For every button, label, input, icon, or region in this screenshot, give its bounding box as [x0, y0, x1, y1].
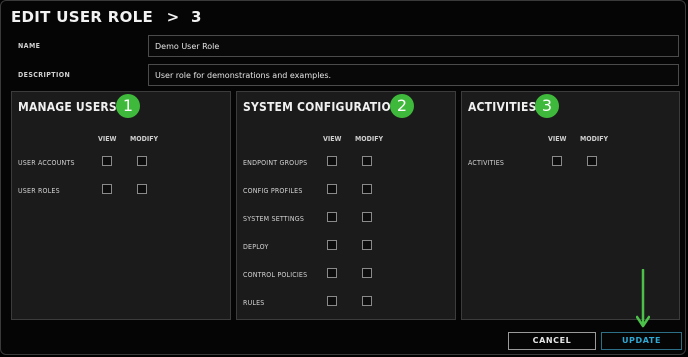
down-arrow-icon: [636, 269, 650, 328]
description-label: DESCRIPTION: [18, 71, 71, 79]
rules-view-checkbox[interactable]: [327, 296, 337, 306]
user-accounts-modify-checkbox[interactable]: [137, 156, 147, 166]
update-button[interactable]: UPDATE: [601, 332, 682, 350]
control-policies-modify-checkbox[interactable]: [362, 268, 372, 278]
name-field[interactable]: [148, 35, 679, 57]
config-profiles-modify-checkbox[interactable]: [362, 184, 372, 194]
modify-column-header: MODIFY: [355, 135, 384, 143]
manage-users-panel: MANAGE USERS 1 VIEW MODIFY USER ACCOUNTS…: [11, 91, 231, 320]
row-label-control-policies: CONTROL POLICIES: [243, 271, 308, 279]
name-label: NAME: [18, 42, 41, 50]
step-1-badge: 1: [116, 94, 140, 118]
edit-user-role-dialog: EDIT USER ROLE > 3 NAME DESCRIPTION MANA…: [0, 0, 686, 355]
row-label-rules: RULES: [243, 299, 265, 307]
deploy-view-checkbox[interactable]: [327, 240, 337, 250]
user-roles-modify-checkbox[interactable]: [137, 184, 147, 194]
panel-title: MANAGE USERS: [18, 100, 117, 114]
activities-view-checkbox[interactable]: [552, 156, 562, 166]
step-3-badge: 3: [535, 94, 559, 118]
cancel-button[interactable]: CANCEL: [508, 332, 596, 350]
panel-title: SYSTEM CONFIGURATION: [243, 100, 401, 114]
modify-column-header: MODIFY: [580, 135, 609, 143]
row-label-config-profiles: CONFIG PROFILES: [243, 187, 303, 195]
page-title: EDIT USER ROLE > 3: [11, 8, 202, 26]
role-id: 3: [190, 8, 202, 26]
rules-modify-checkbox[interactable]: [362, 296, 372, 306]
system-settings-modify-checkbox[interactable]: [362, 212, 372, 222]
view-column-header: VIEW: [98, 135, 117, 143]
title-text: EDIT USER ROLE: [11, 8, 154, 26]
row-label-user-roles: USER ROLES: [18, 187, 60, 195]
endpoint-groups-view-checkbox[interactable]: [327, 156, 337, 166]
deploy-modify-checkbox[interactable]: [362, 240, 372, 250]
control-policies-view-checkbox[interactable]: [327, 268, 337, 278]
row-label-user-accounts: USER ACCOUNTS: [18, 159, 75, 167]
panel-title: ACTIVITIES: [468, 100, 537, 114]
row-label-deploy: DEPLOY: [243, 243, 269, 251]
activities-modify-checkbox[interactable]: [587, 156, 597, 166]
row-label-system-settings: SYSTEM SETTINGS: [243, 215, 305, 223]
row-label-activities: ACTIVITIES: [468, 159, 505, 167]
modify-column-header: MODIFY: [130, 135, 159, 143]
system-configuration-panel: SYSTEM CONFIGURATION 2 VIEW MODIFY ENDPO…: [236, 91, 456, 320]
view-column-header: VIEW: [323, 135, 342, 143]
endpoint-groups-modify-checkbox[interactable]: [362, 156, 372, 166]
user-accounts-view-checkbox[interactable]: [102, 156, 112, 166]
view-column-header: VIEW: [548, 135, 567, 143]
step-2-badge: 2: [390, 94, 414, 118]
system-settings-view-checkbox[interactable]: [327, 212, 337, 222]
config-profiles-view-checkbox[interactable]: [327, 184, 337, 194]
title-separator: >: [166, 8, 180, 26]
user-roles-view-checkbox[interactable]: [102, 184, 112, 194]
description-field[interactable]: [148, 64, 679, 86]
row-label-endpoint-groups: ENDPOINT GROUPS: [243, 159, 308, 167]
